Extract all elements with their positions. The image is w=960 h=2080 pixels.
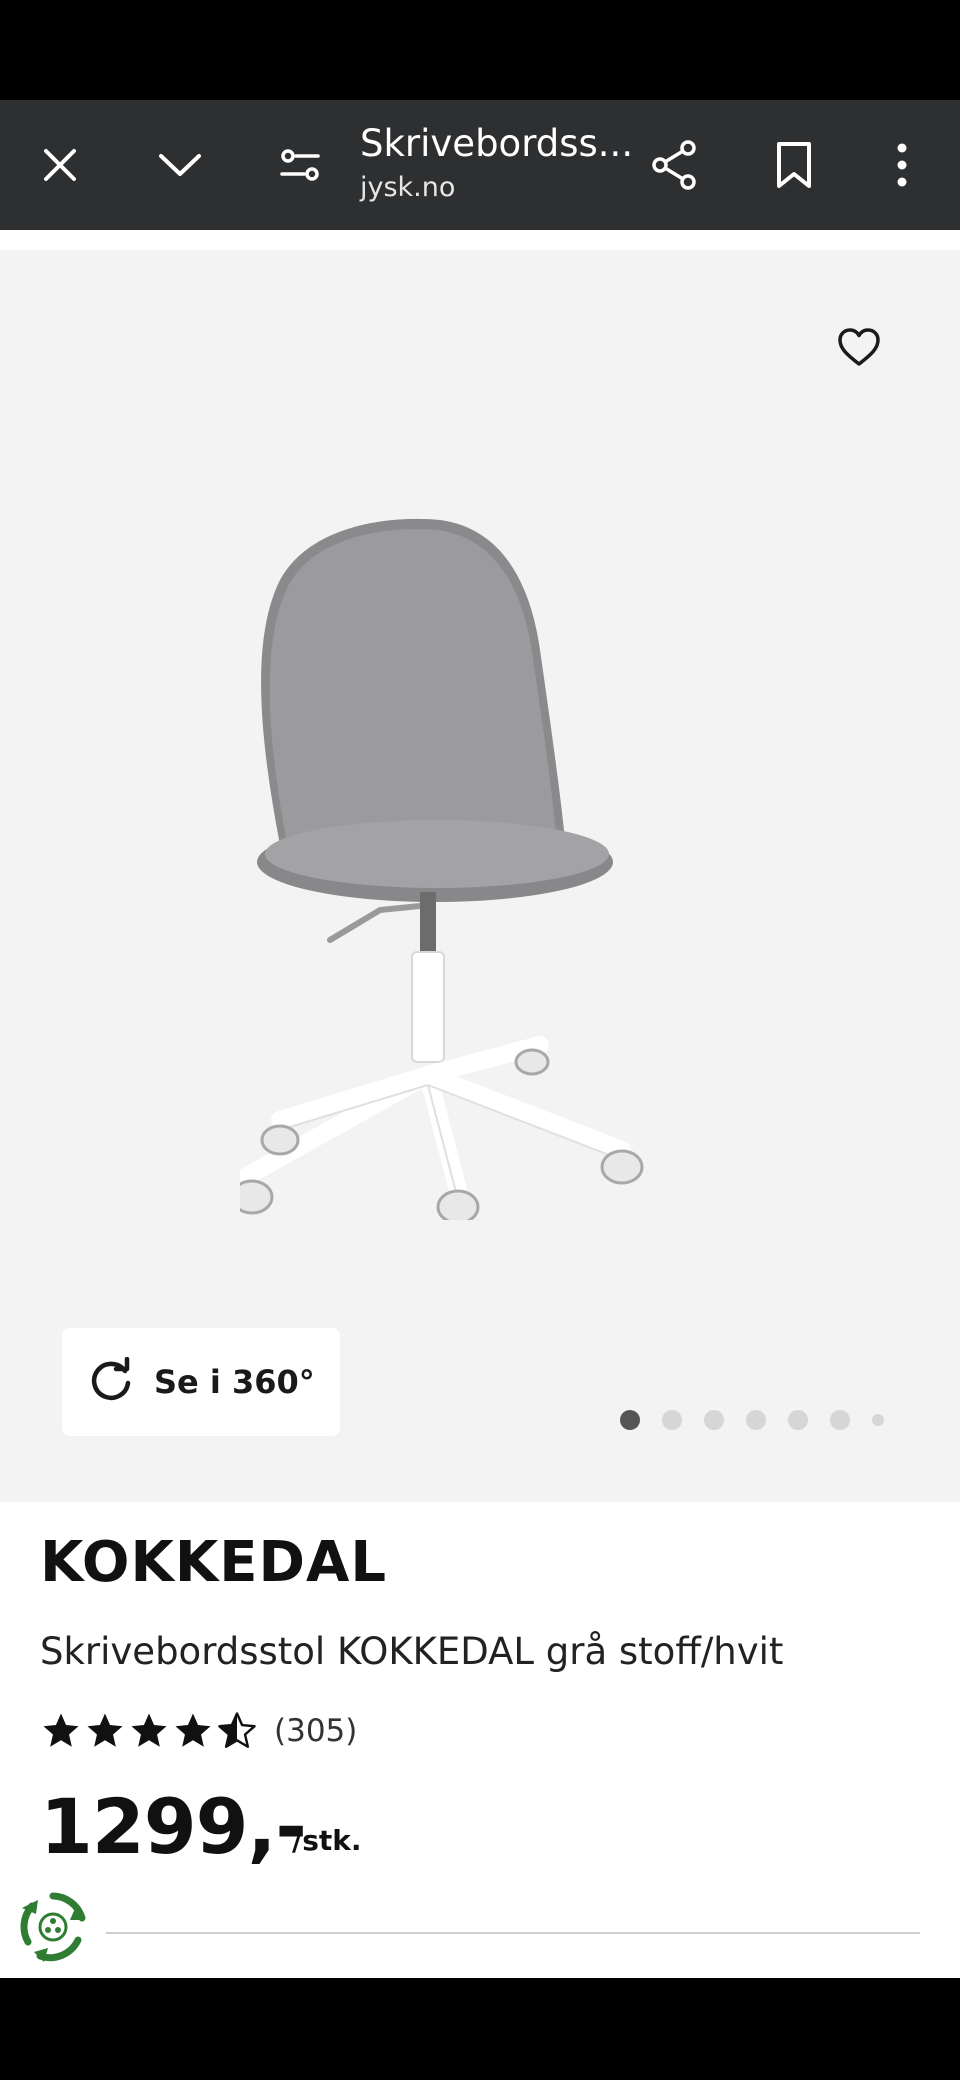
star-filled-icon xyxy=(87,1713,123,1747)
office-chair-image xyxy=(240,518,644,1220)
product-price: 1299,- xyxy=(40,1782,307,1871)
price-unit: /stk. xyxy=(292,1824,362,1857)
product-gallery[interactable]: Se i 360° xyxy=(0,250,960,1502)
browser-toolbar: Skrivebordss... jysk.no xyxy=(0,100,960,230)
star-filled-icon xyxy=(175,1713,211,1747)
more-icon[interactable] xyxy=(864,127,940,203)
star-half-icon xyxy=(218,1712,256,1748)
page-title-area[interactable]: Skrivebordss... jysk.no xyxy=(360,112,634,218)
star-filled-icon xyxy=(131,1713,167,1747)
product-rating[interactable]: (305) xyxy=(40,1708,357,1754)
page-title: Skrivebordss... xyxy=(360,122,634,165)
status-bar xyxy=(0,0,960,100)
chevron-down-icon[interactable] xyxy=(142,127,218,203)
pagination-dot[interactable] xyxy=(788,1410,808,1430)
page-settings-icon[interactable] xyxy=(262,127,338,203)
rotate-icon xyxy=(91,1357,131,1401)
heart-outline-icon[interactable] xyxy=(826,314,892,380)
view-360-label: Se i 360° xyxy=(154,1363,315,1401)
rating-stars xyxy=(40,1710,260,1752)
pagination-dot[interactable] xyxy=(620,1410,640,1430)
pagination-dot[interactable] xyxy=(830,1410,850,1430)
rating-count: (305) xyxy=(274,1713,358,1749)
system-nav-bar xyxy=(0,1978,960,2080)
share-icon[interactable] xyxy=(636,127,712,203)
bookmark-icon[interactable] xyxy=(756,127,832,203)
star-filled-icon xyxy=(43,1713,79,1747)
gallery-pagination xyxy=(620,1408,884,1432)
recycle-icon[interactable] xyxy=(16,1890,90,1964)
product-page: Se i 360° KOKKEDAL Skrivebordsstol KOKKE… xyxy=(0,230,960,1978)
product-brand: KOKKEDAL xyxy=(40,1530,388,1595)
view-360-button[interactable]: Se i 360° xyxy=(62,1328,340,1436)
pagination-dot[interactable] xyxy=(872,1414,884,1426)
pagination-dot[interactable] xyxy=(746,1410,766,1430)
product-name: Skrivebordsstol KOKKEDAL grå stoff/hvit xyxy=(40,1630,784,1673)
close-icon[interactable] xyxy=(22,127,98,203)
page-domain: jysk.no xyxy=(360,172,456,203)
section-divider xyxy=(106,1932,920,1934)
pagination-dot[interactable] xyxy=(662,1410,682,1430)
pagination-dot[interactable] xyxy=(704,1410,724,1430)
